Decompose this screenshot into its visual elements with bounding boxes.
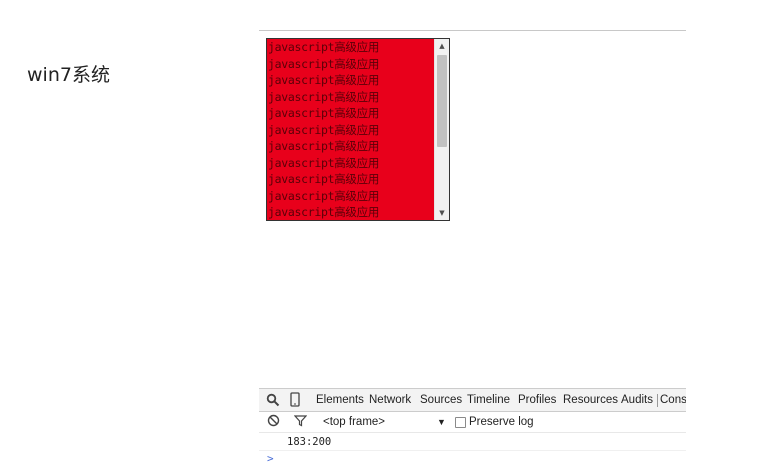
devtools-tab-bar: Elements Network Sources Timeline Profil… — [259, 388, 686, 412]
preserve-log-label: Preserve log — [469, 416, 534, 428]
vertical-scrollbar[interactable]: ▲ ▼ — [434, 39, 449, 220]
tab-profiles[interactable]: Profiles — [518, 389, 556, 411]
tab-sources[interactable]: Sources — [420, 389, 462, 411]
textarea-line: javascript高级应用 — [268, 205, 380, 219]
console-prompt[interactable]: > — [267, 451, 274, 467]
textarea-line: javascript高级应用 — [268, 56, 380, 71]
textarea-line: javascript高级应用 — [268, 89, 380, 104]
textarea-content: javascript高级应用 javascript高级应用 javascript… — [267, 39, 434, 220]
dropdown-arrow-icon[interactable]: ▼ — [437, 412, 446, 432]
tab-network[interactable]: Network — [369, 389, 411, 411]
textarea-line: javascript高级应用 — [268, 188, 380, 203]
scrollbar-thumb[interactable] — [437, 55, 447, 147]
tab-console[interactable]: Cons — [660, 389, 686, 411]
textarea-line: javascript高级应用 — [268, 155, 380, 170]
console-message-text: 183:200 — [287, 436, 332, 448]
device-mode-icon[interactable] — [287, 392, 303, 408]
caption-label: win7系统 — [27, 64, 110, 86]
preserve-log-checkbox[interactable] — [455, 417, 466, 428]
textarea-line: javascript高级应用 — [268, 106, 380, 120]
clear-console-icon[interactable] — [265, 414, 281, 430]
textarea-line: javascript高级应用 — [268, 139, 380, 153]
textarea-line: javascript高级应用 — [268, 172, 380, 186]
frame-select[interactable]: <top frame> — [323, 412, 385, 432]
scrollable-textarea[interactable]: javascript高级应用 javascript高级应用 javascript… — [266, 38, 450, 221]
textarea-line: javascript高级应用 — [268, 40, 380, 54]
console-message: 183:200 — [259, 433, 686, 451]
divider — [259, 30, 686, 31]
textarea-line: javascript高级应用 — [268, 122, 380, 137]
scroll-down-arrow-icon[interactable]: ▼ — [435, 206, 449, 220]
textarea-line: javascript高级应用 — [268, 73, 380, 87]
console-filter-bar: <top frame> ▼ Preserve log — [259, 412, 686, 433]
tab-elements[interactable]: Elements — [316, 389, 364, 411]
scroll-up-arrow-icon[interactable]: ▲ — [435, 39, 449, 53]
filter-icon[interactable] — [292, 414, 308, 430]
tab-audits[interactable]: Audits — [621, 389, 653, 411]
tab-timeline[interactable]: Timeline — [467, 389, 510, 411]
search-icon[interactable] — [265, 392, 281, 408]
devtools-panel: Elements Network Sources Timeline Profil… — [259, 388, 686, 470]
tab-separator — [657, 394, 658, 407]
tab-resources[interactable]: Resources — [563, 389, 618, 411]
